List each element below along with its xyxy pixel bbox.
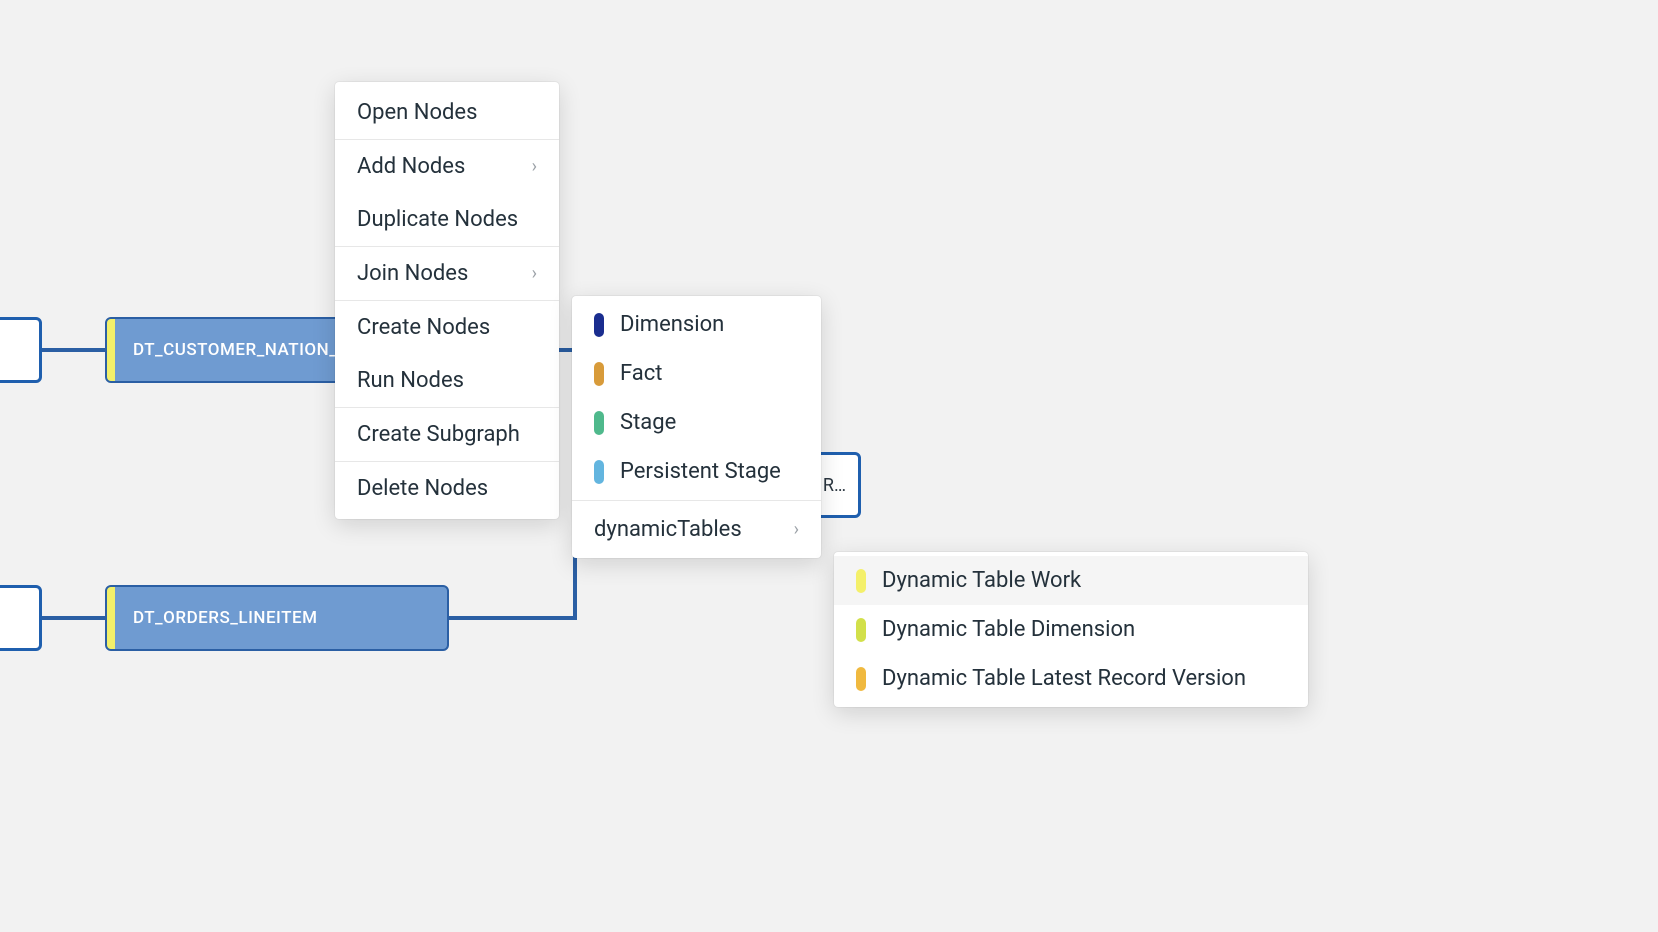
node-type-chip-icon	[594, 362, 604, 386]
node-type-chip-icon	[594, 411, 604, 435]
dt-work[interactable]: Dynamic Table Work	[834, 556, 1308, 605]
node-orders-lineitem[interactable]: DT_ORDERS_LINEITEM	[105, 585, 449, 651]
dt-dimension[interactable]: Dynamic Table Dimension	[834, 605, 1308, 654]
submenu-label: dynamicTables	[594, 517, 742, 542]
node-output-label: R…	[823, 475, 846, 496]
menu-label: Run Nodes	[357, 368, 464, 393]
menu-label: Create Nodes	[357, 315, 490, 340]
submenu-label: Dynamic Table Dimension	[882, 617, 1135, 642]
node-type-chip-icon	[594, 460, 604, 484]
submenu-label: Dynamic Table Latest Record Version	[882, 666, 1246, 691]
node-accent	[107, 319, 115, 381]
chevron-right-icon: ›	[532, 156, 537, 177]
menu-label: Duplicate Nodes	[357, 207, 518, 232]
chevron-right-icon: ›	[794, 519, 799, 540]
menu-label: Open Nodes	[357, 100, 477, 125]
graph-canvas[interactable]: DT_CUSTOMER_NATION_ DT_ORDERS_LINEITEM R…	[0, 0, 1658, 932]
submenu-fact[interactable]: Fact	[572, 349, 821, 398]
menu-label: Delete Nodes	[357, 476, 488, 501]
menu-open-nodes[interactable]: Open Nodes	[335, 86, 559, 139]
menu-duplicate-nodes[interactable]: Duplicate Nodes	[335, 193, 559, 246]
node-type-chip-icon	[594, 313, 604, 337]
dynamic-tables-submenu[interactable]: Dynamic Table Work Dynamic Table Dimensi…	[834, 552, 1308, 707]
menu-label: Add Nodes	[357, 154, 465, 179]
context-menu[interactable]: Open Nodes Add Nodes › Duplicate Nodes J…	[335, 82, 559, 519]
upstream-node-1[interactable]	[0, 317, 42, 383]
node-accent	[107, 587, 115, 649]
submenu-persistent-stage[interactable]: Persistent Stage	[572, 447, 821, 496]
node-type-chip-icon	[856, 618, 866, 642]
menu-create-subgraph[interactable]: Create Subgraph	[335, 408, 559, 461]
node-type-chip-icon	[856, 569, 866, 593]
upstream-node-2[interactable]	[0, 585, 42, 651]
submenu-label: Persistent Stage	[620, 459, 781, 484]
menu-delete-nodes[interactable]: Delete Nodes	[335, 462, 559, 515]
node-label: DT_CUSTOMER_NATION_	[121, 340, 337, 360]
submenu-dimension[interactable]: Dimension	[572, 300, 821, 349]
menu-join-nodes[interactable]: Join Nodes ›	[335, 247, 559, 300]
menu-label: Create Subgraph	[357, 422, 520, 447]
menu-label: Join Nodes	[357, 261, 468, 286]
submenu-label: Dynamic Table Work	[882, 568, 1081, 593]
node-types-submenu[interactable]: Dimension Fact Stage Persistent Stage dy…	[572, 296, 821, 558]
submenu-dynamic-tables[interactable]: dynamicTables ›	[572, 505, 821, 554]
node-label: DT_ORDERS_LINEITEM	[121, 608, 317, 628]
menu-separator	[572, 500, 821, 501]
submenu-stage[interactable]: Stage	[572, 398, 821, 447]
submenu-label: Fact	[620, 361, 662, 386]
node-type-chip-icon	[856, 667, 866, 691]
edge-2	[42, 616, 106, 620]
chevron-right-icon: ›	[532, 263, 537, 284]
dt-latest-record[interactable]: Dynamic Table Latest Record Version	[834, 654, 1308, 703]
menu-create-nodes[interactable]: Create Nodes	[335, 301, 559, 354]
submenu-label: Dimension	[620, 312, 724, 337]
submenu-label: Stage	[620, 410, 676, 435]
menu-add-nodes[interactable]: Add Nodes ›	[335, 140, 559, 193]
edge-1	[42, 348, 106, 352]
menu-run-nodes[interactable]: Run Nodes	[335, 354, 559, 407]
